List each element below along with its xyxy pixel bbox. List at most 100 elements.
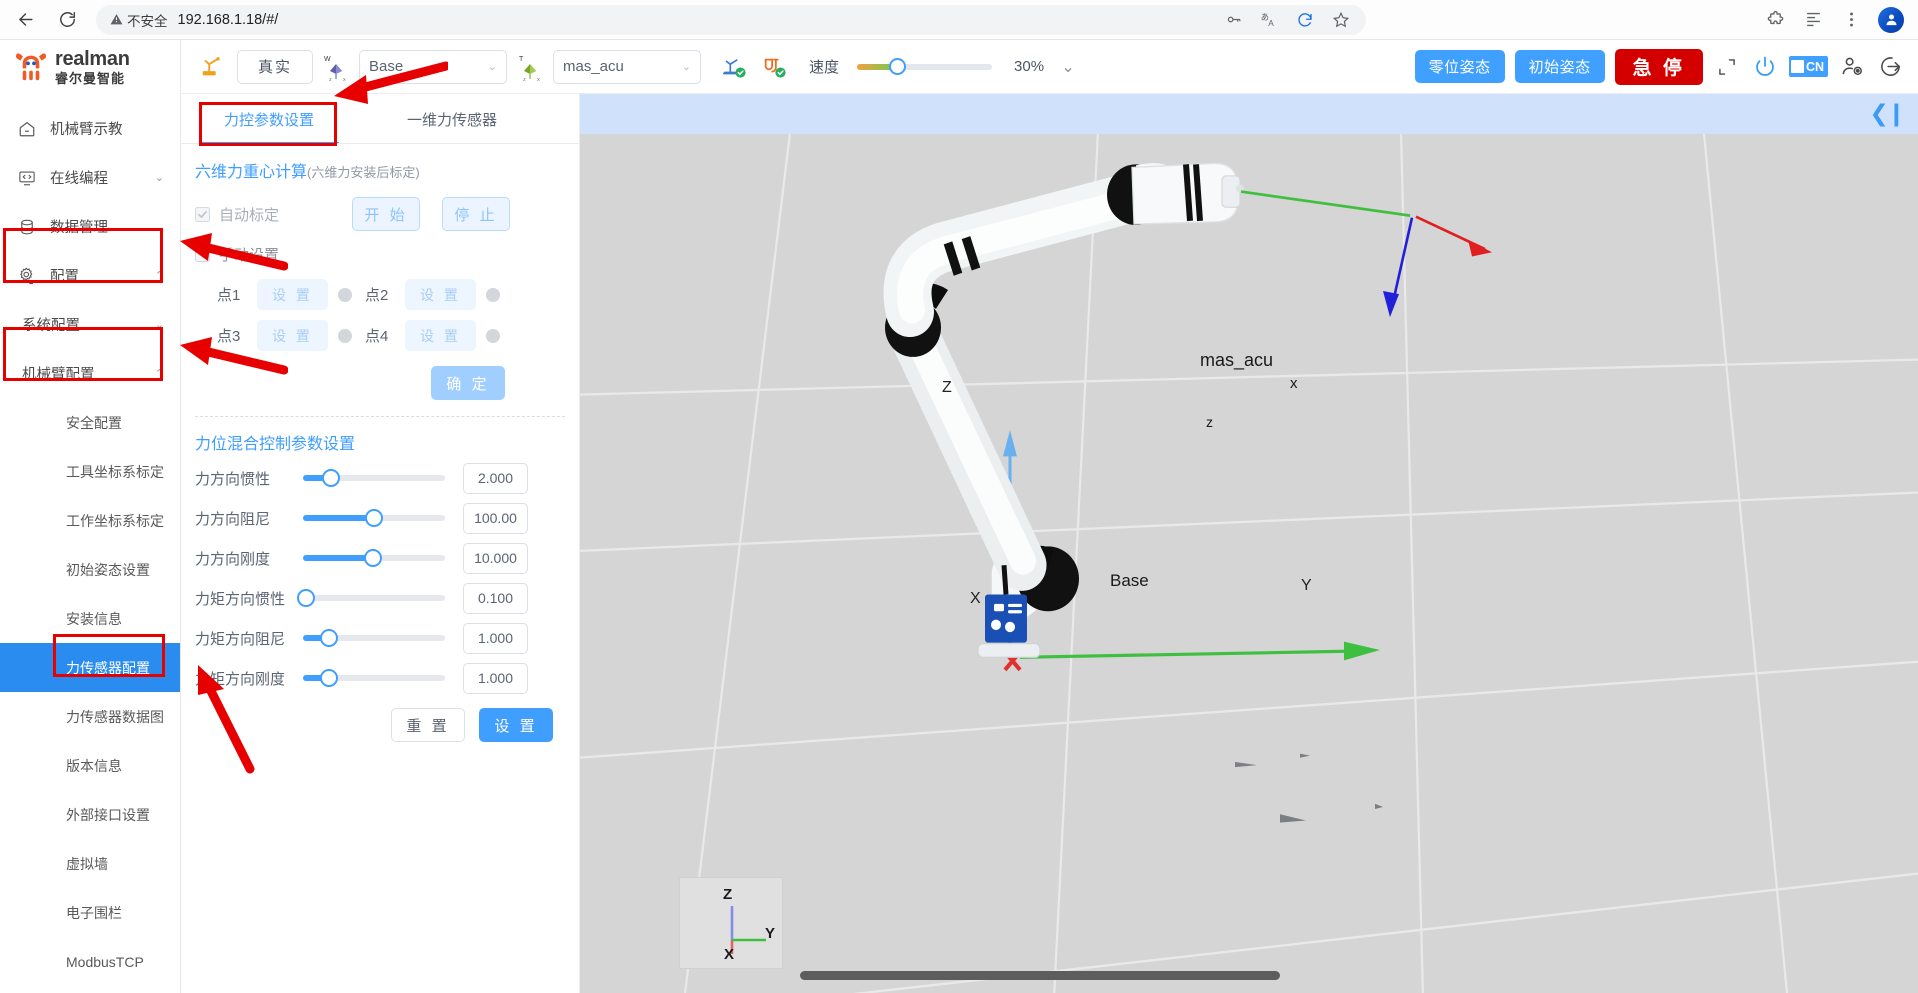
stop-calibration-button[interactable]: 停 止 bbox=[442, 197, 511, 231]
sidebar-item-version-info[interactable]: 版本信息 bbox=[0, 741, 180, 790]
sidebar-item-safety-config[interactable]: 安全配置 bbox=[0, 398, 180, 447]
back-arrow-icon[interactable] bbox=[8, 3, 42, 37]
fullscreen-icon[interactable] bbox=[1713, 53, 1741, 81]
sidebar-item-arm-config[interactable]: 机械臂配置 ⌃ bbox=[0, 349, 180, 398]
speed-slider-knob[interactable] bbox=[889, 58, 907, 75]
zero-pose-button[interactable]: 零位姿态 bbox=[1414, 50, 1505, 83]
slider-knob[interactable] bbox=[365, 509, 383, 527]
power-icon[interactable] bbox=[1751, 53, 1779, 81]
speed-label: 速度 bbox=[809, 59, 840, 76]
sidebar-item-label: 在线编程 bbox=[50, 171, 108, 187]
viewport-horizontal-scrollbar[interactable] bbox=[800, 971, 1280, 980]
torque-damping-slider[interactable] bbox=[303, 629, 445, 647]
refresh-page-icon[interactable] bbox=[1294, 9, 1316, 31]
sidebar-item-install-info[interactable]: 安装信息 bbox=[0, 594, 180, 643]
viewport-axis-gizmo[interactable]: Z Y X bbox=[679, 877, 783, 969]
viewport-banner bbox=[580, 94, 1918, 134]
set-button[interactable]: 设 置 bbox=[479, 708, 553, 742]
security-label: 不安全 bbox=[127, 13, 168, 29]
database-icon bbox=[18, 218, 40, 236]
torque-inertia-input[interactable] bbox=[463, 582, 528, 614]
auto-calibration-checkbox[interactable] bbox=[195, 206, 210, 222]
torque-stiffness-slider[interactable] bbox=[303, 669, 445, 687]
base-axis-y-label: Y bbox=[1301, 577, 1312, 594]
profile-avatar[interactable] bbox=[1878, 6, 1904, 33]
translate-icon[interactable]: あA bbox=[1258, 9, 1280, 31]
reset-button[interactable]: 重 置 bbox=[391, 708, 465, 742]
sidebar-item-configuration[interactable]: 配置 ⌃ bbox=[0, 251, 180, 300]
collapse-panel-icon[interactable]: ❮❙ bbox=[1869, 102, 1906, 125]
security-indicator[interactable]: 不安全 bbox=[110, 10, 168, 30]
sidebar-item-data-management[interactable]: 数据管理 bbox=[0, 202, 180, 251]
manual-setting-label: 手动设置 bbox=[219, 246, 280, 264]
sidebar-item-teach[interactable]: 机械臂示教 bbox=[0, 104, 180, 153]
star-icon[interactable] bbox=[1330, 9, 1352, 31]
force-stiffness-slider[interactable] bbox=[303, 549, 445, 567]
slider-knob[interactable] bbox=[319, 629, 338, 647]
force-inertia-input[interactable] bbox=[463, 462, 528, 494]
bookmark-icon[interactable] bbox=[1802, 9, 1824, 31]
sidebar-item-modbustcp[interactable]: ModbusTCP bbox=[0, 937, 180, 986]
tool-frame-value: mas_acu bbox=[563, 58, 624, 75]
chevron-down-icon[interactable]: ⌄ bbox=[1054, 53, 1082, 81]
point1-set-button[interactable]: 设 置 bbox=[257, 279, 328, 310]
sidebar-item-electronic-fence[interactable]: 电子围栏 bbox=[0, 888, 180, 937]
sidebar-item-tool-frame-calib[interactable]: 工具坐标系标定 bbox=[0, 447, 180, 496]
sidebar-item-system-config[interactable]: 系统配置 ⌄ bbox=[0, 300, 180, 349]
force-damping-slider[interactable] bbox=[303, 509, 445, 527]
sidebar-item-force-sensor-config[interactable]: 力传感器配置 bbox=[0, 643, 180, 692]
sidebar-item-external-interface[interactable]: 外部接口设置 bbox=[0, 790, 180, 839]
slider-knob[interactable] bbox=[319, 669, 338, 687]
force-inertia-slider[interactable] bbox=[303, 469, 445, 487]
language-toggle[interactable]: CN bbox=[1788, 56, 1828, 77]
start-calibration-button[interactable]: 开 始 bbox=[352, 197, 421, 231]
robot-arm-icon[interactable] bbox=[197, 52, 227, 82]
force-stiffness-input[interactable] bbox=[463, 542, 528, 574]
sidebar-item-force-sensor-chart[interactable]: 力传感器数据图 bbox=[0, 692, 180, 741]
sidebar-item-online-programming[interactable]: 在线编程 ⌄ bbox=[0, 153, 180, 202]
sidebar-item-system-info[interactable]: 系统信息 bbox=[0, 986, 180, 993]
world-frame-select[interactable]: Base ⌄ bbox=[359, 49, 507, 84]
realman-logo-icon bbox=[14, 51, 48, 83]
extensions-icon[interactable] bbox=[1764, 9, 1786, 31]
browser-toolbar: 不安全 192.168.1.18/#/ あA bbox=[0, 0, 1918, 40]
3d-viewport[interactable]: ❮❙ Z Y X Base mas_acu x z Z Y X bbox=[580, 94, 1918, 993]
user-settings-icon[interactable] bbox=[1838, 53, 1866, 81]
sidebar-item-label: 系统配置 bbox=[22, 318, 80, 334]
slider-knob[interactable] bbox=[296, 589, 315, 607]
torque-inertia-slider[interactable] bbox=[296, 589, 445, 607]
point1-status-dot bbox=[338, 287, 352, 302]
point3-set-button[interactable]: 设 置 bbox=[257, 320, 328, 351]
slider-knob[interactable] bbox=[363, 549, 382, 567]
sidebar-item-work-frame-calib[interactable]: 工作坐标系标定 bbox=[0, 496, 180, 545]
mode-button[interactable]: 真实 bbox=[237, 49, 313, 84]
arm-connected-icon[interactable] bbox=[719, 52, 749, 82]
emergency-stop-button[interactable]: 急 停 bbox=[1614, 48, 1703, 85]
torque-damping-input[interactable] bbox=[463, 622, 528, 654]
point4-set-button[interactable]: 设 置 bbox=[405, 320, 476, 351]
tab-one-dim-force-sensor[interactable]: 一维力传感器 bbox=[387, 94, 517, 144]
sidebar-item-label: 安装信息 bbox=[66, 610, 122, 627]
address-bar[interactable]: 不安全 192.168.1.18/#/ あA bbox=[96, 4, 1366, 35]
speed-slider[interactable] bbox=[857, 58, 993, 75]
tab-force-control-params[interactable]: 力控参数设置 bbox=[199, 94, 339, 144]
init-pose-button[interactable]: 初始姿态 bbox=[1514, 50, 1605, 83]
tool-frame-select[interactable]: mas_acu ⌄ bbox=[553, 49, 701, 84]
svg-text:x: x bbox=[537, 77, 540, 82]
reload-icon[interactable] bbox=[50, 3, 84, 37]
speed-value: 30% bbox=[1014, 58, 1045, 75]
sidebar-item-initial-pose[interactable]: 初始姿态设置 bbox=[0, 545, 180, 594]
sidebar-item-label: 虚拟墙 bbox=[66, 855, 108, 872]
force-damping-input[interactable] bbox=[463, 502, 528, 534]
slider-knob[interactable] bbox=[322, 469, 341, 487]
logout-icon[interactable] bbox=[1876, 53, 1904, 81]
point2-set-button[interactable]: 设 置 bbox=[405, 279, 476, 310]
torque-stiffness-input[interactable] bbox=[463, 662, 528, 694]
sidebar-item-virtual-wall[interactable]: 虚拟墙 bbox=[0, 839, 180, 888]
confirm-button[interactable]: 确 定 bbox=[431, 366, 505, 400]
tool-connected-icon[interactable] bbox=[759, 52, 789, 82]
key-icon[interactable] bbox=[1222, 9, 1244, 31]
menu-icon[interactable] bbox=[1840, 9, 1862, 31]
viewport-scene bbox=[580, 134, 1918, 993]
manual-setting-checkbox[interactable] bbox=[195, 246, 210, 262]
